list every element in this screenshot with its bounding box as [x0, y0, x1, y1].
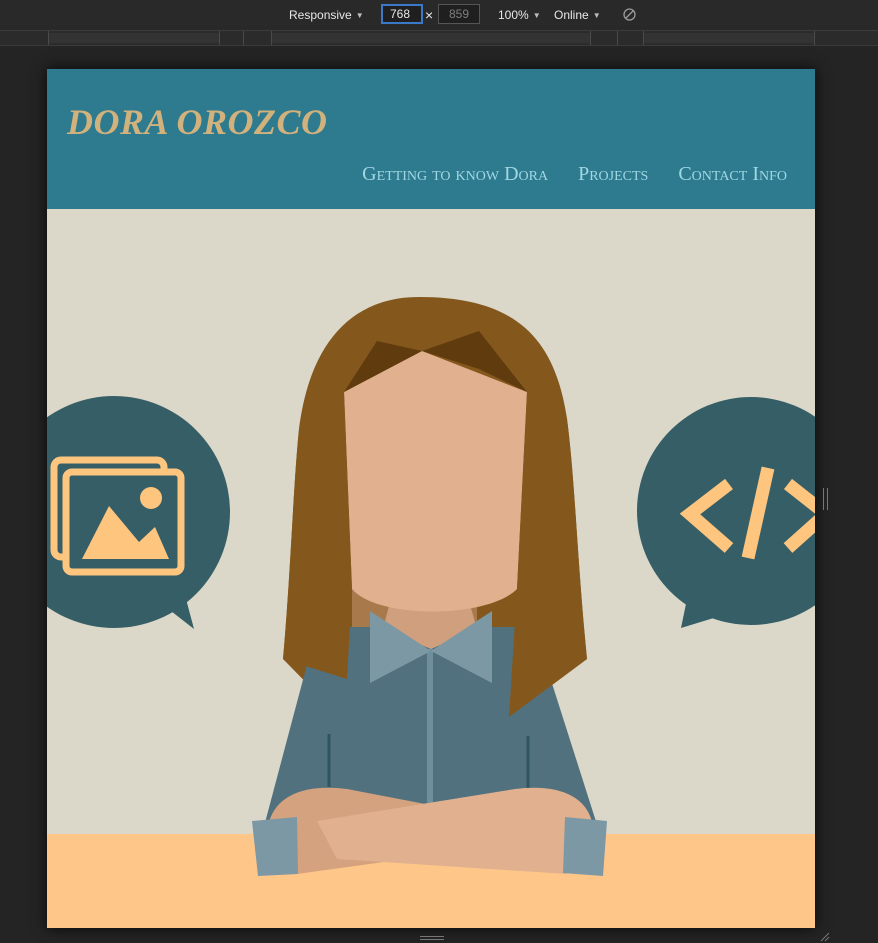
zoom-select-label: 100%	[498, 8, 529, 22]
hero-illustration	[47, 209, 815, 928]
nav-link-projects[interactable]: Projects	[578, 163, 648, 185]
times-icon: ×	[425, 7, 434, 23]
resize-handle-right[interactable]	[823, 488, 828, 510]
resize-handle-bottom[interactable]	[420, 936, 444, 940]
network-throttle-select[interactable]: Online ▼	[554, 8, 601, 22]
chevron-down-icon: ▼	[532, 11, 541, 20]
site-nav: Getting to know Dora Projects Contact Info	[332, 163, 787, 186]
site-logo[interactable]: DORA OROZCO	[67, 101, 328, 143]
network-select-label: Online	[554, 8, 589, 22]
device-select[interactable]: Responsive ▼	[289, 8, 364, 22]
screen-rotate-icon[interactable]	[623, 8, 636, 21]
devtools-device-toolbar: Responsive ▼ 768 × 859 100% ▼ Online ▼	[0, 0, 878, 31]
media-query-ruler[interactable]	[0, 31, 878, 46]
chevron-down-icon: ▼	[355, 11, 364, 20]
zoom-select[interactable]: 100% ▼	[498, 8, 541, 22]
height-input[interactable]: 859	[438, 4, 480, 24]
width-input[interactable]: 768	[381, 4, 423, 24]
nav-link-about[interactable]: Getting to know Dora	[362, 163, 548, 185]
chevron-down-icon: ▼	[592, 11, 601, 20]
site-header: DORA OROZCO Getting to know Dora Projects…	[47, 69, 815, 209]
resize-corner-icon[interactable]	[820, 932, 830, 942]
device-select-label: Responsive	[289, 8, 352, 22]
device-viewport: DORA OROZCO Getting to know Dora Projects…	[47, 69, 815, 928]
nav-link-contact[interactable]: Contact Info	[678, 163, 787, 185]
